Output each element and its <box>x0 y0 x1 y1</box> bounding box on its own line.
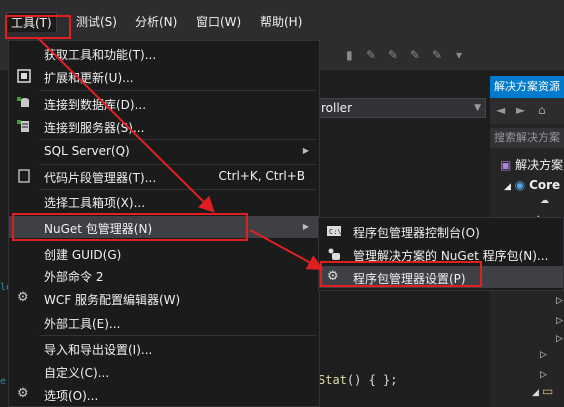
collapsed-triangle-icon[interactable]: ▷ <box>556 334 563 344</box>
svg-text:C:\: C:\ <box>329 228 341 236</box>
console-icon: C:\ <box>327 226 341 236</box>
menu-item-snippets-manager[interactable]: 代码片段管理器(T)... Ctrl+K, Ctrl+B <box>9 165 319 187</box>
menu-window[interactable]: 窗口(W) <box>196 12 241 32</box>
menu-item-label: 连接到数据库(D)... <box>44 98 147 112</box>
tree-item-label: 解决方案 <box>515 158 564 172</box>
menu-item-create-guid[interactable]: 创建 GUID(G) <box>9 242 319 264</box>
menu-item-shortcut: Ctrl+K, Ctrl+B <box>218 169 305 183</box>
menu-item-label: 创建 GUID(G) <box>44 248 122 262</box>
menu-item-connect-server[interactable]: 连接到服务器(S)... <box>9 115 319 137</box>
menu-separator <box>39 335 317 336</box>
project-icon: ◉ <box>514 178 526 192</box>
menu-item-label: WCF 服务配置编辑器(W) <box>44 293 181 307</box>
annotation-box-settings <box>320 261 482 287</box>
collapsed-triangle-icon[interactable]: ▷ <box>556 316 563 326</box>
bookmark-clear-icon[interactable]: ✎ <box>432 48 442 62</box>
expand-triangle-icon: ◢ <box>504 182 511 192</box>
menu-item-label: 外部命令 2 <box>44 270 104 284</box>
annotation-box-tools <box>5 15 71 39</box>
menu-item-label: SQL Server(Q) <box>44 144 130 158</box>
menu-item-connect-database[interactable]: 连接到数据库(D)... <box>9 92 319 114</box>
menu-item-options[interactable]: ⚙ 选项(O)... <box>9 383 319 405</box>
menu-item-label: 选项(O)... <box>44 389 99 403</box>
server-connect-icon <box>17 120 29 132</box>
menu-item-choose-toolbox[interactable]: 选择工具箱项(X)... <box>9 190 319 212</box>
bookmark-folder-icon[interactable]: ✎ <box>410 48 420 62</box>
nuget-icon <box>328 248 340 260</box>
solution-explorer-title[interactable]: 解决方案资源 <box>490 76 564 98</box>
bookmark-icon[interactable]: ▮ <box>346 48 353 62</box>
database-connect-icon <box>17 97 29 107</box>
solution-icon: ▣ <box>500 158 512 172</box>
menu-item-label: 连接到服务器(S)... <box>44 121 145 135</box>
tree-item-solution[interactable]: ▣ 解决方案 <box>500 156 563 174</box>
member-dropdown[interactable]: roller ▼ <box>318 98 486 118</box>
gear-icon: ⚙ <box>17 290 29 305</box>
annotation-box-nuget <box>12 213 248 241</box>
bookmark-next-icon[interactable]: ✎ <box>388 48 398 62</box>
menu-item-get-tools[interactable]: 获取工具和功能(T)... <box>9 42 319 64</box>
menu-item-label: 外部工具(E)... <box>44 317 121 331</box>
expand-triangle-icon[interactable]: ◢ <box>532 388 539 398</box>
menu-item-label: 扩展和更新(U)... <box>44 71 134 85</box>
menu-item-import-export-settings[interactable]: 导入和导出设置(I)... <box>9 337 319 359</box>
menu-item-package-manager-console[interactable]: C:\ 程序包管理器控制台(O) <box>319 220 563 242</box>
menu-item-label: 自定义(C)... <box>44 366 110 380</box>
forward-icon[interactable]: ► <box>516 103 525 117</box>
submenu-arrow-icon: ▶ <box>302 146 309 155</box>
back-icon[interactable]: ◄ <box>496 103 505 117</box>
menu-item-external-tools[interactable]: 外部工具(E)... <box>9 311 319 333</box>
menu-test[interactable]: 测试(S) <box>76 12 117 32</box>
menu-bar: 工具(T) 测试(S) 分析(N) 窗口(W) 帮助(H) <box>0 0 564 40</box>
member-dropdown-value: roller <box>321 101 352 115</box>
menu-separator <box>39 90 317 91</box>
menu-help[interactable]: 帮助(H) <box>260 12 302 32</box>
menu-item-customize[interactable]: 自定义(C)... <box>9 360 319 382</box>
menu-item-label: 程序包管理器控制台(O) <box>353 226 480 240</box>
connected-services-icon: ☁ <box>540 196 549 206</box>
extensions-icon <box>17 69 31 83</box>
menu-item-label: 选择工具箱项(X)... <box>44 196 146 210</box>
menu-item-label: 导入和导出设置(I)... <box>44 343 153 357</box>
collapsed-triangle-icon[interactable]: ▷ <box>540 350 547 360</box>
tree-item-project[interactable]: ◢ ◉ Core <box>504 176 560 194</box>
menu-item-extensions[interactable]: 扩展和更新(U)... <box>9 65 319 87</box>
code-method-name: Stat <box>318 373 347 387</box>
snippet-icon <box>18 169 30 183</box>
menu-item-external-command-2[interactable]: 外部命令 2 <box>9 264 319 286</box>
toolbar: ▮ ✎ ✎ ✎ ✎ ▾ <box>320 40 564 70</box>
code-punctuation: () { }; <box>346 373 398 387</box>
collapsed-triangle-icon[interactable]: ▷ <box>556 296 563 306</box>
home-icon[interactable]: ⌂ <box>538 103 546 117</box>
menu-item-sql-server[interactable]: SQL Server(Q) ▶ <box>9 140 319 162</box>
solution-explorer-toolbar: ◄ ► ⌂ <box>490 98 564 124</box>
gutter-mark: e <box>0 376 7 387</box>
menu-item-label: 代码片段管理器(T)... <box>44 171 157 185</box>
submenu-arrow-icon: ▶ <box>302 222 309 231</box>
menu-analyze[interactable]: 分析(N) <box>135 12 177 32</box>
code-line: Stat() { }; <box>318 373 397 387</box>
menu-item-wcf-editor[interactable]: ⚙ WCF 服务配置编辑器(W) <box>9 287 319 309</box>
toolbar-overflow-icon[interactable]: ▾ <box>456 48 462 62</box>
bookmark-prev-icon[interactable]: ✎ <box>366 48 376 62</box>
folder-icon: ▭ <box>542 384 554 398</box>
solution-search-input[interactable]: 搜索解决方案 <box>490 128 564 148</box>
collapsed-triangle-icon[interactable]: ▷ <box>540 370 547 380</box>
menu-item-label: 获取工具和功能(T)... <box>44 48 157 62</box>
chevron-down-icon: ▼ <box>474 103 481 113</box>
gear-icon: ⚙ <box>17 386 29 401</box>
tree-item-label: Core <box>529 178 561 192</box>
